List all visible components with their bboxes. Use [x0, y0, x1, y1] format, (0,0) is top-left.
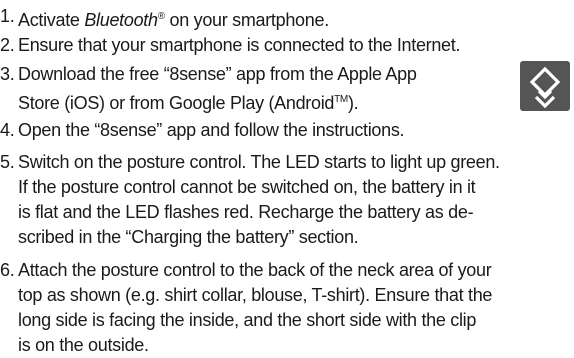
step-line: Attach the posture control to the back o… [18, 260, 492, 280]
step-number: 5. [0, 152, 15, 172]
step-number: 3. [0, 64, 15, 84]
bluetooth-brand-text: Bluetooth [84, 10, 158, 30]
step-line: top as shown (e.g. shirt collar, blouse,… [18, 285, 493, 305]
step-line: scribed in the “Charging the battery” se… [18, 227, 359, 247]
step-line: Open the “8sense” app and follow the ins… [18, 120, 405, 140]
step-line: Download the free “8sense” app from the … [18, 64, 417, 84]
step-line: long side is facing the inside, and the … [18, 310, 477, 330]
step-line: Activate Bluetooth® on your smartphone. [18, 10, 329, 30]
step-number: 2. [0, 35, 15, 55]
step-line: is flat and the LED flashes red. Recharg… [18, 202, 474, 222]
step-number: 6. [0, 260, 15, 280]
step-line: Ensure that your smartphone is connected… [18, 35, 461, 55]
step-line: is on the outside. [18, 335, 149, 355]
step-number: 1. [0, 6, 15, 26]
step-line: If the posture control cannot be switche… [18, 177, 476, 197]
step-number: 4. [0, 120, 15, 140]
8sense-app-icon [520, 61, 570, 111]
step-line: Store (iOS) or from Google Play (Android… [18, 93, 359, 113]
step-line: Switch on the posture control. The LED s… [18, 152, 500, 172]
